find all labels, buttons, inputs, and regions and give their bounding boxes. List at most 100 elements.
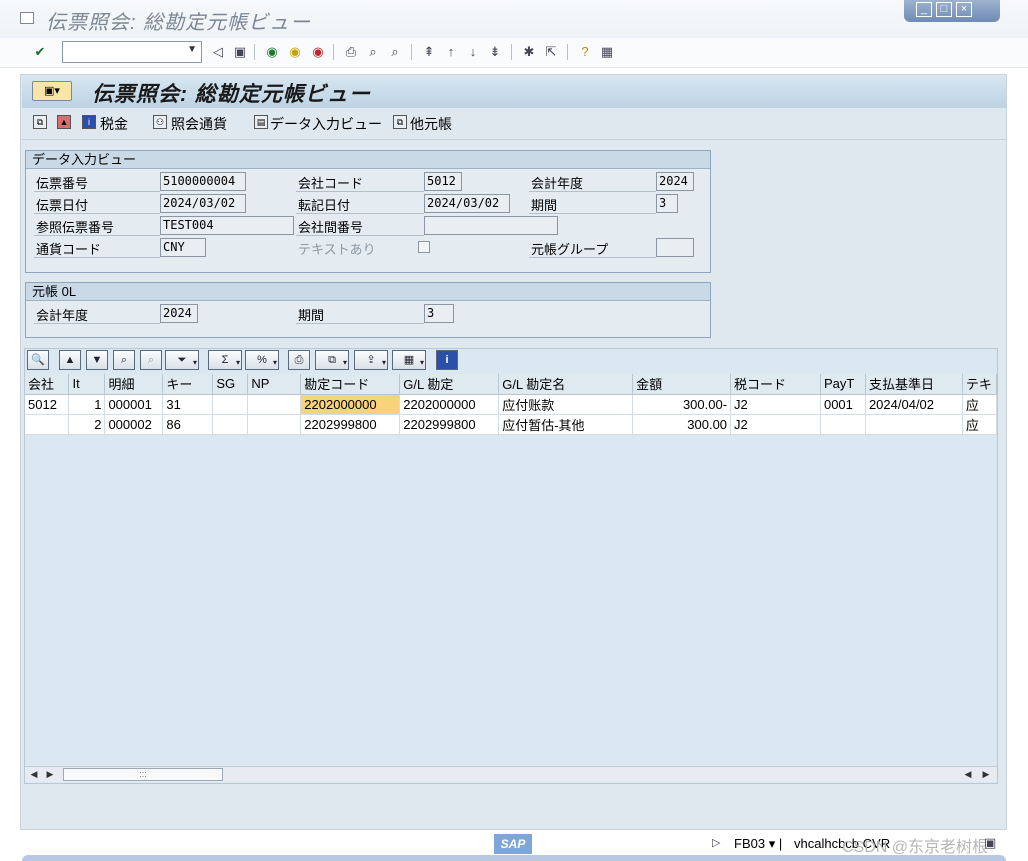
scroll-right-icon[interactable]: ▶ <box>43 768 57 781</box>
subtotal-icon[interactable]: % <box>245 350 279 372</box>
back-arrow-icon[interactable]: ◁ <box>209 43 227 61</box>
table-row[interactable]: 2 000002 86 2202999800 2202999800 应付暂估-其… <box>25 414 998 435</box>
col-header-posting-key[interactable]: キー <box>162 374 214 395</box>
sum-icon[interactable]: Σ <box>208 350 242 372</box>
last-page-icon[interactable]: ⇟ <box>486 43 504 61</box>
cancel-icon[interactable]: ◉ <box>309 43 327 61</box>
filter-icon[interactable]: ⏷ <box>165 350 199 372</box>
scroll-right-icon[interactable]: ▶ <box>979 768 993 781</box>
table-cell[interactable]: 应付暂估-其他 <box>498 414 634 435</box>
status-expand-icon[interactable]: ▷ <box>712 836 720 849</box>
table-cell[interactable]: 0001 <box>820 394 866 415</box>
table-cell[interactable]: 2202999800 <box>399 414 500 435</box>
col-header-text[interactable]: テキ <box>962 374 998 395</box>
intercompany-field[interactable] <box>424 216 558 235</box>
minimize-icon[interactable]: _ <box>916 2 932 17</box>
shortcut-icon[interactable]: ⇱ <box>542 43 560 61</box>
scroll-left-icon[interactable]: ◀ <box>27 768 41 781</box>
col-header-baseline-date[interactable]: 支払基準日 <box>865 374 963 395</box>
find-next-icon[interactable]: ⌕ <box>140 350 162 370</box>
next-page-icon[interactable]: ↓ <box>464 43 482 61</box>
views-icon[interactable]: ⧉ <box>315 350 349 372</box>
table-cell[interactable]: 5012 <box>25 394 70 415</box>
col-header-gl-account[interactable]: G/L 勘定 <box>399 374 500 395</box>
table-cell[interactable]: J2 <box>730 414 821 435</box>
table-cell-selected[interactable]: 2202000000 <box>300 394 401 415</box>
entry-view-button[interactable]: データ入力ビュー <box>270 114 382 134</box>
horizontal-scrollbar[interactable]: ◀ ▶ ::: ◀ ▶ <box>25 766 997 782</box>
table-cell[interactable]: 2202000000 <box>399 394 500 415</box>
table-cell[interactable]: 86 <box>162 414 214 435</box>
details-icon[interactable]: 🔍 <box>27 350 49 370</box>
table-cell[interactable] <box>865 414 963 435</box>
other-ledger-button[interactable]: 他元帳 <box>410 114 452 134</box>
new-session-icon[interactable]: ✱ <box>520 43 538 61</box>
info-icon[interactable]: i <box>436 350 458 370</box>
table-cell[interactable]: 31 <box>162 394 214 415</box>
table-cell[interactable]: 2202999800 <box>300 414 401 435</box>
col-header-tax-code[interactable]: 税コード <box>730 374 821 395</box>
find-icon[interactable]: ⌕ <box>364 43 382 61</box>
print-icon[interactable]: ⎙ <box>342 43 360 61</box>
table-cell[interactable] <box>820 414 866 435</box>
find-next-icon[interactable]: ⌕ <box>386 43 404 61</box>
table-cell[interactable] <box>247 394 302 415</box>
posting-date-field[interactable]: 2024/03/02 <box>424 194 510 213</box>
ledger-period-field[interactable]: 3 <box>424 304 454 323</box>
table-cell[interactable]: 300.00 <box>632 414 732 435</box>
sort-ascending-icon[interactable]: ▲ <box>59 350 81 370</box>
col-header-gl-name[interactable]: G/L 勘定名 <box>498 374 634 395</box>
table-cell[interactable]: J2 <box>730 394 821 415</box>
table-cell[interactable] <box>25 414 70 435</box>
display-currency-button[interactable]: 照会通貨 <box>171 114 227 134</box>
col-header-line[interactable]: 明細 <box>104 374 164 395</box>
layout-icon[interactable]: ▦ <box>392 350 426 372</box>
reference-field[interactable]: TEST004 <box>160 216 294 235</box>
people-icon[interactable]: ⚇ <box>153 115 167 129</box>
ledger-group-field[interactable] <box>656 238 694 257</box>
currency-field[interactable]: CNY <box>160 238 206 257</box>
col-header-account[interactable]: 勘定コード <box>300 374 401 395</box>
table-row[interactable]: 5012 1 000001 31 2202000000 2202000000 应… <box>25 394 998 415</box>
table-cell[interactable]: 1 <box>68 394 106 415</box>
table-cell[interactable] <box>212 414 249 435</box>
scrollbar-thumb[interactable]: ::: <box>63 768 223 781</box>
back-icon[interactable]: ◉ <box>263 43 281 61</box>
period-field[interactable]: 3 <box>656 194 678 213</box>
doc-number-field[interactable]: 5100000004 <box>160 172 246 191</box>
close-icon[interactable]: × <box>956 2 972 17</box>
table-cell[interactable]: 2024/04/02 <box>865 394 963 415</box>
table-cell[interactable]: 000001 <box>104 394 164 415</box>
company-code-field[interactable]: 5012 <box>424 172 462 191</box>
fiscal-year-field[interactable]: 2024 <box>656 172 694 191</box>
help-icon[interactable]: ? <box>576 43 594 61</box>
header-display-icon[interactable]: ⧉ <box>33 115 47 129</box>
table-cell[interactable]: 应 <box>962 414 998 435</box>
maximize-icon[interactable]: □ <box>936 2 952 17</box>
sort-descending-icon[interactable]: ▼ <box>86 350 108 370</box>
enter-checkmark-icon[interactable]: ✔ <box>31 43 49 61</box>
hat-icon[interactable]: ▲ <box>57 115 71 129</box>
exit-icon[interactable]: ◉ <box>286 43 304 61</box>
tax-button[interactable]: 税金 <box>100 114 128 134</box>
export-icon[interactable]: ⇪ <box>354 350 388 372</box>
status-transaction[interactable]: FB03 ▾ | <box>734 836 782 852</box>
document-icon[interactable]: ▤ <box>254 115 268 129</box>
scroll-left-icon[interactable]: ◀ <box>961 768 975 781</box>
table-cell[interactable]: 000002 <box>104 414 164 435</box>
doc-date-field[interactable]: 2024/03/02 <box>160 194 246 213</box>
system-menu-icon[interactable]: ▣▾ <box>32 81 72 101</box>
info-icon[interactable]: i <box>82 115 96 129</box>
col-header-payt[interactable]: PayT <box>820 374 866 395</box>
col-header-np[interactable]: NP <box>247 374 302 395</box>
layout-menu-icon[interactable]: ▦ <box>598 43 616 61</box>
previous-page-icon[interactable]: ↑ <box>442 43 460 61</box>
window-menu-icon[interactable] <box>20 12 34 24</box>
ledger-fiscal-year-field[interactable]: 2024 <box>160 304 198 323</box>
table-cell[interactable] <box>212 394 249 415</box>
table-cell[interactable]: 2 <box>68 414 106 435</box>
table-cell[interactable]: 应付账款 <box>498 394 634 415</box>
print-preview-icon[interactable]: ⎙ <box>288 350 310 370</box>
col-header-company[interactable]: 会社 <box>25 374 70 395</box>
ledger-icon[interactable]: ⧉ <box>393 115 407 129</box>
